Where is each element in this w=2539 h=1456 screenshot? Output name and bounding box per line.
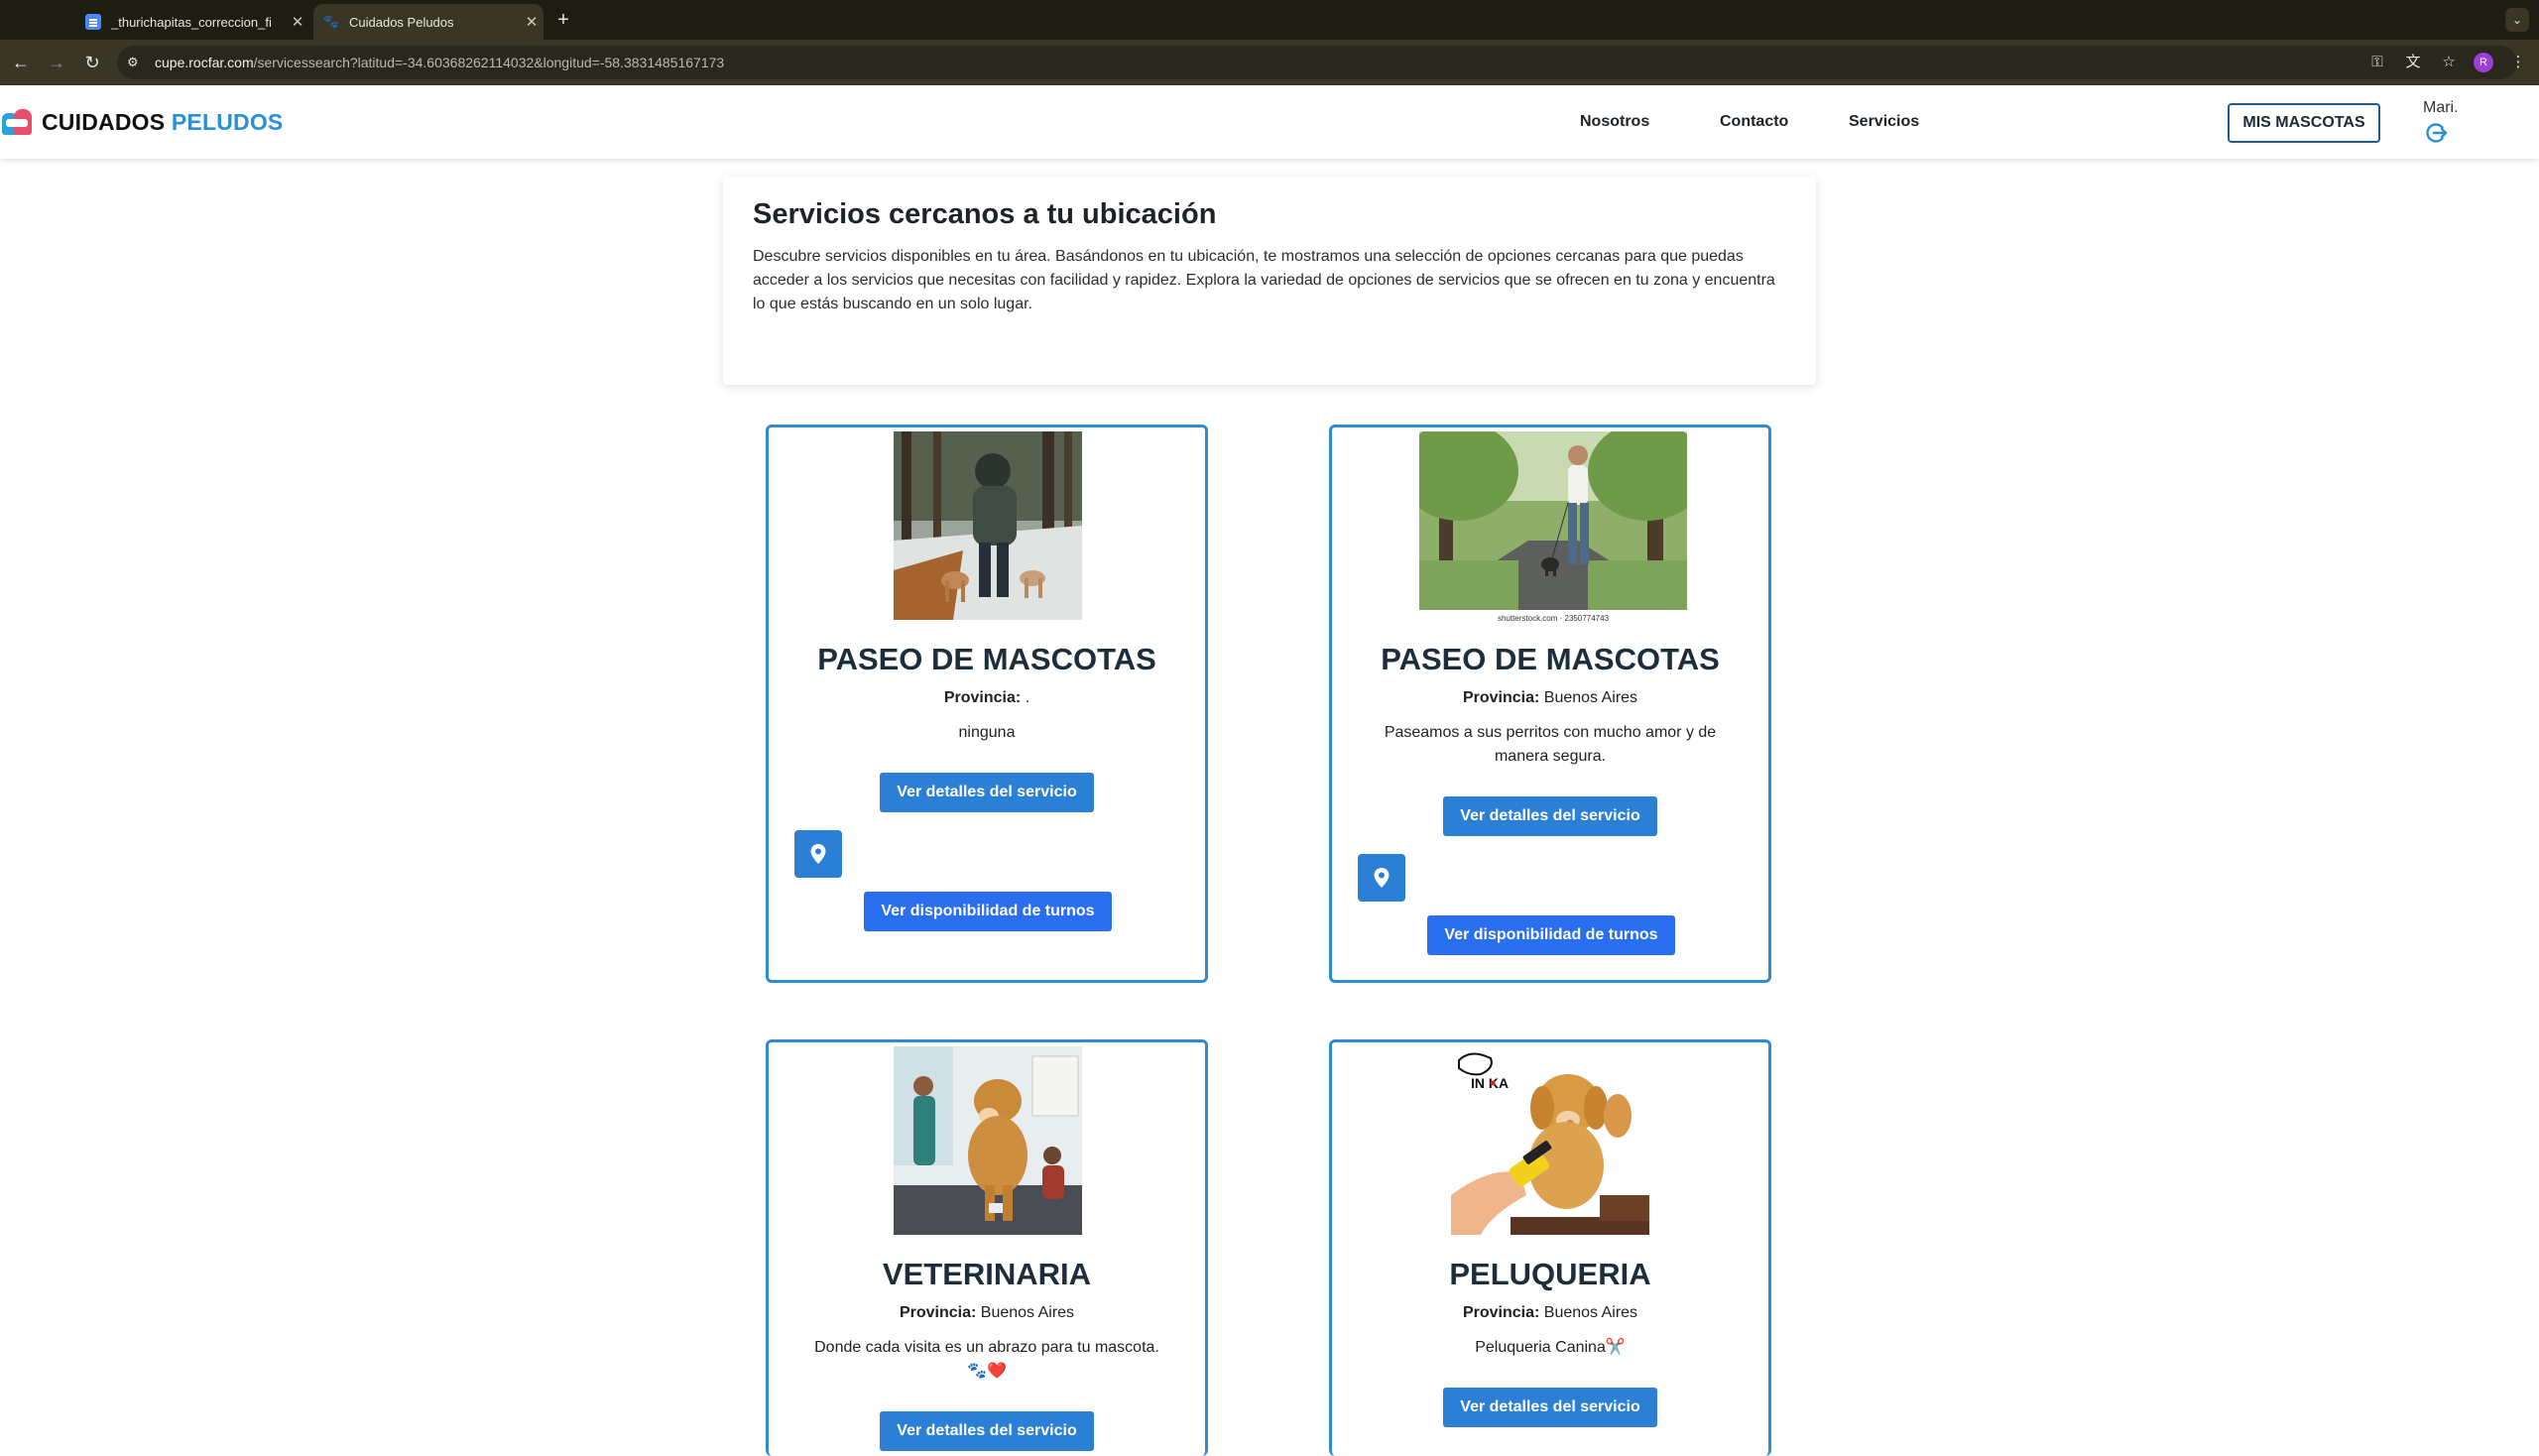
image-caption: shutterstock.com · 2350774743 — [1498, 614, 1610, 623]
close-tab-icon[interactable]: ✕ — [520, 13, 544, 31]
browser-tab-cuidados[interactable]: 🐾 Cuidados Peludos ✕ — [313, 4, 544, 40]
service-image: IN KA — [1451, 1046, 1649, 1235]
translate-icon[interactable]: 文 — [2402, 52, 2424, 73]
service-description: ninguna — [958, 724, 1016, 741]
tab-search-icon[interactable]: ⌄ — [2505, 8, 2529, 32]
browser-tab-strip: _thurichapitas_correccion_fi ✕ 🐾 Cuidado… — [0, 0, 2539, 40]
tab-title: Cuidados Peludos — [349, 14, 454, 30]
view-details-button[interactable]: Ver detalles del servicio — [1443, 796, 1657, 836]
intro-text: Descubre servicios disponibles en tu áre… — [753, 248, 1775, 312]
service-card: IN KA PELUQUERIA Provincia: Buenos Aires… — [1329, 1039, 1771, 1456]
map-pin-button[interactable] — [1358, 854, 1405, 902]
province: Provincia: Buenos Aires — [1462, 689, 1638, 706]
pets-logo-icon — [2, 107, 32, 137]
star-icon[interactable]: ☆ — [2438, 52, 2460, 73]
service-title: PASEO DE MASCOTAS — [817, 642, 1156, 676]
service-card: VETERINARIA Provincia: Buenos Aires Dond… — [766, 1039, 1208, 1456]
service-description: Donde cada visita es un abrazo para tu m… — [814, 1339, 1159, 1380]
view-availability-button[interactable]: Ver disponibilidad de turnos — [864, 892, 1112, 931]
profile-avatar[interactable]: R — [2474, 53, 2493, 72]
map-pin-button[interactable] — [794, 830, 842, 878]
service-title: VETERINARIA — [882, 1257, 1092, 1291]
map-pin-icon — [810, 844, 826, 864]
logout-icon[interactable] — [2424, 121, 2448, 145]
site-logo[interactable]: CUIDADOS PELUDOS — [2, 107, 283, 137]
page-title: Servicios cercanos a tu ubicación — [753, 198, 1217, 230]
browser-tab-docs[interactable]: _thurichapitas_correccion_fi ✕ — [75, 4, 309, 40]
service-description: Peluqueria Canina✂️ — [1475, 1339, 1626, 1356]
back-icon[interactable]: ← — [8, 50, 34, 75]
nav-contacto[interactable]: Contacto — [1720, 113, 1788, 131]
browser-toolbar: ← → ↻ ⚙ cupe.rocfar.com/servicessearch?l… — [0, 40, 2539, 85]
province: Provincia: . — [943, 689, 1030, 706]
service-description: Paseamos a sus perritos con mucho amor y… — [1384, 724, 1717, 765]
service-image: shutterstock.com · 2350774743 — [1419, 431, 1687, 624]
nav-servicios[interactable]: Servicios — [1849, 113, 1919, 131]
mis-mascotas-button[interactable]: MIS MASCOTAS — [2228, 103, 2380, 143]
service-card: PASEO DE MASCOTAS Provincia: . ninguna V… — [766, 425, 1208, 983]
site-header: CUIDADOS PELUDOS Nosotros Contacto Servi… — [0, 85, 2539, 159]
reload-icon[interactable]: ↻ — [79, 50, 105, 75]
service-image — [894, 431, 1082, 620]
url-text: cupe.rocfar.com/servicessearch?latitud=-… — [155, 55, 725, 70]
paw-icon: 🐾 — [322, 14, 340, 29]
forward-icon[interactable]: → — [44, 50, 69, 75]
site-info-icon[interactable]: ⚙ — [127, 55, 145, 70]
logo-lettering: IN KA — [1471, 1075, 1509, 1091]
menu-icon[interactable]: ⋮ — [2507, 52, 2529, 73]
new-tab-button[interactable]: + — [551, 8, 575, 32]
map-pin-icon — [1374, 868, 1390, 888]
view-details-button[interactable]: Ver detalles del servicio — [880, 1411, 1094, 1451]
nav-nosotros[interactable]: Nosotros — [1580, 113, 1649, 131]
view-details-button[interactable]: Ver detalles del servicio — [1443, 1388, 1657, 1427]
service-title: PELUQUERIA — [1449, 1257, 1651, 1291]
address-bar[interactable]: ⚙ cupe.rocfar.com/servicessearch?latitud… — [117, 46, 2517, 79]
key-icon[interactable]: ⚿ — [2366, 52, 2388, 73]
service-title: PASEO DE MASCOTAS — [1381, 642, 1720, 676]
close-tab-icon[interactable]: ✕ — [286, 13, 309, 31]
view-availability-button[interactable]: Ver disponibilidad de turnos — [1427, 915, 1675, 955]
province: Provincia: Buenos Aires — [1462, 1304, 1638, 1321]
logo-text: CUIDADOS PELUDOS — [42, 108, 284, 135]
intro-card: Servicios cercanos a tu ubicación Descub… — [723, 177, 1816, 385]
view-details-button[interactable]: Ver detalles del servicio — [880, 773, 1094, 812]
province: Provincia: Buenos Aires — [899, 1304, 1075, 1321]
service-image — [894, 1046, 1082, 1235]
tab-title: _thurichapitas_correccion_fi — [111, 14, 272, 30]
user-name: Mari. — [2423, 99, 2459, 116]
doc-icon — [85, 14, 101, 30]
service-card: shutterstock.com · 2350774743 PASEO DE M… — [1329, 425, 1771, 983]
